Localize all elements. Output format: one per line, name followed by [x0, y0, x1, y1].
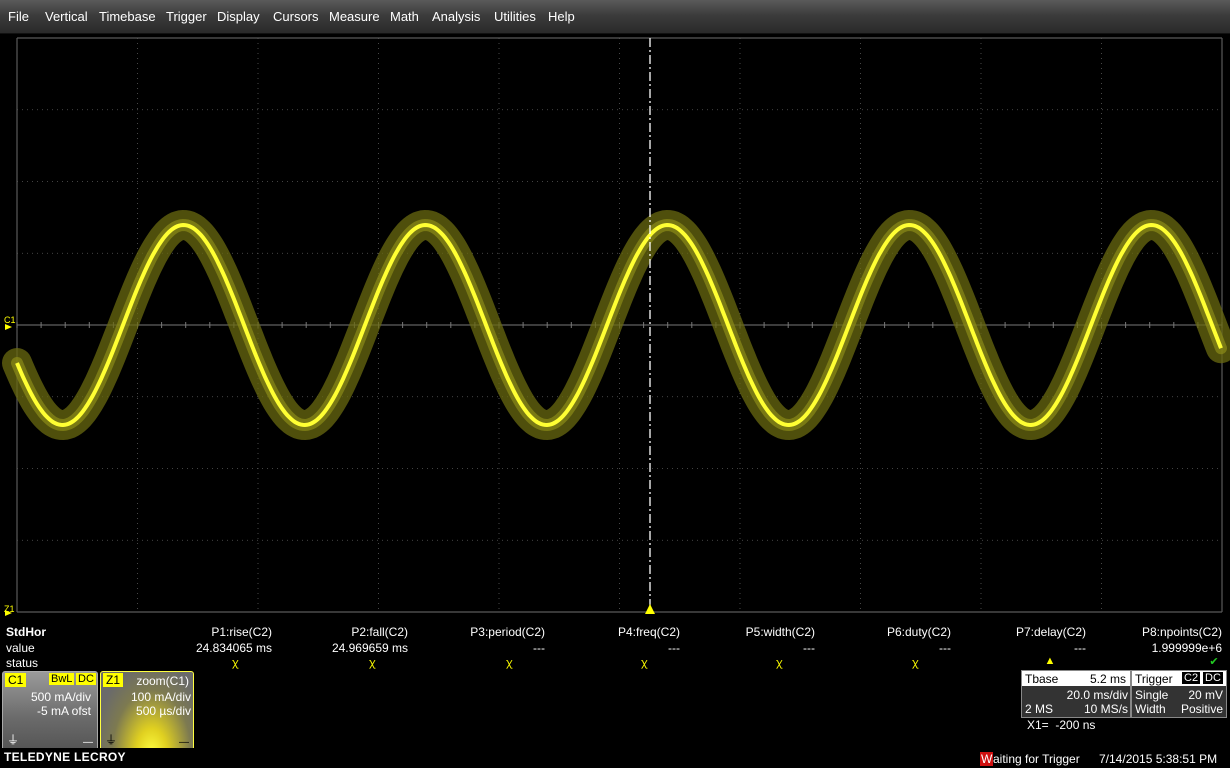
z1-descriptor[interactable]: Z1 zoom(C1) 100 mA/div 500 µs/div ⏚ —: [100, 671, 194, 751]
measure-param-name[interactable]: P7:delay(C2): [946, 625, 1086, 639]
measure-param-value: ---: [533, 641, 545, 655]
measure-param-value: 24.834065 ms: [195, 641, 272, 655]
invalid-status-icon: ꭓ: [368, 657, 376, 669]
invalid-status-icon: ꭓ: [505, 657, 513, 669]
acquisition-status-highlight: W: [980, 752, 994, 766]
menu-vertical[interactable]: Vertical: [45, 9, 88, 24]
trigger-label: Trigger: [1135, 672, 1173, 686]
trigger-descriptor[interactable]: Trigger C2 DC Single 20 mV Width Positiv…: [1131, 670, 1227, 718]
measure-param-name[interactable]: P1:rise(C2): [132, 625, 272, 639]
timebase-tdiv: 20.0 ms/div: [1066, 688, 1128, 702]
measure-param-name[interactable]: P6:duty(C2): [811, 625, 951, 639]
check-icon: ✔: [1209, 656, 1219, 668]
measurement-table: StdHor value status P1:rise(C2) 24.834065…: [0, 619, 1230, 670]
cursor-readout: X1= -200 ns: [1027, 718, 1096, 732]
c1-tag: C1: [5, 673, 27, 687]
c1-vdiv: 500 mA/div: [30, 690, 91, 704]
acquisition-status: aiting for Trigger: [993, 752, 1080, 766]
waveform-display[interactable]: C1 Z1: [0, 34, 1230, 618]
invalid-status-icon: ꭓ: [911, 657, 919, 669]
measure-param-value: 24.969659 ms: [331, 641, 408, 655]
trigger-source: C2: [1182, 672, 1201, 684]
dash-icon: —: [179, 737, 189, 748]
menu-analysis[interactable]: Analysis: [432, 9, 480, 24]
status-bar: TELEDYNE LECROY W aiting for Trigger 7/1…: [0, 748, 1230, 768]
dash-icon: —: [83, 737, 93, 748]
menu-bar: File Vertical Timebase Trigger Display C…: [0, 0, 1230, 34]
date-time: 7/14/2015 5:38:51 PM: [1099, 752, 1218, 766]
c1-marker-label: C1: [4, 315, 16, 325]
c1-descriptor[interactable]: C1 BwL DC 500 mA/div -5 mA ofst ⏚ —: [2, 671, 98, 751]
measure-param-value: ---: [1074, 641, 1086, 655]
trigger-mode: Single: [1135, 688, 1169, 702]
timebase-samples: 2 MS: [1025, 702, 1054, 716]
measure-title: StdHor: [6, 625, 46, 639]
trigger-coupling: DC: [1203, 672, 1223, 684]
z1-tdiv: 500 µs/div: [136, 704, 191, 718]
z1-marker-label: Z1: [4, 604, 15, 614]
menu-timebase[interactable]: Timebase: [99, 9, 156, 24]
z1-tag: Z1: [103, 673, 124, 687]
measure-value-label: value: [6, 641, 35, 655]
menu-trigger[interactable]: Trigger: [166, 9, 207, 24]
menu-cursors[interactable]: Cursors: [273, 9, 319, 24]
measure-param-name[interactable]: P4:freq(C2): [540, 625, 680, 639]
measure-param-name[interactable]: P2:fall(C2): [268, 625, 408, 639]
measure-param-name[interactable]: P8:npoints(C2): [1082, 625, 1222, 639]
invalid-status-icon: ꭓ: [775, 657, 783, 669]
timebase-delay: 5.2 ms: [1089, 672, 1126, 686]
c1-dc-badge: DC: [76, 673, 96, 685]
z1-source: zoom(C1): [136, 674, 189, 688]
ground-icon: ⏚: [7, 733, 20, 747]
measure-param-value: ---: [939, 641, 951, 655]
trigger-slope: Positive: [1180, 702, 1223, 716]
invalid-status-icon: ꭓ: [231, 657, 239, 669]
menu-display[interactable]: Display: [217, 9, 260, 24]
timebase-label: Tbase: [1025, 672, 1059, 686]
warning-icon: ▲: [1044, 655, 1056, 667]
menu-math[interactable]: Math: [390, 9, 419, 24]
timebase-descriptor[interactable]: Tbase 5.2 ms 20.0 ms/div 2 MS 10 MS/s: [1021, 670, 1131, 718]
invalid-status-icon: ꭓ: [640, 657, 648, 669]
brand-logo: TELEDYNE LECROY: [4, 750, 126, 764]
measure-param-value: 1.999999e+6: [1151, 641, 1222, 655]
measure-status-label: status: [6, 656, 39, 670]
trigger-level: 20 mV: [1188, 688, 1223, 702]
timebase-rate: 10 MS/s: [1083, 702, 1128, 716]
measure-param-value: ---: [668, 641, 680, 655]
trigger-type: Width: [1135, 702, 1166, 716]
menu-measure[interactable]: Measure: [329, 9, 380, 24]
menu-file[interactable]: File: [8, 9, 29, 24]
menu-utilities[interactable]: Utilities: [494, 9, 536, 24]
measure-param-name[interactable]: P5:width(C2): [675, 625, 815, 639]
menu-help[interactable]: Help: [548, 9, 575, 24]
z1-vdiv: 100 mA/div: [130, 690, 191, 704]
c1-bwl-badge: BwL: [49, 673, 75, 685]
ground-icon: ⏚: [105, 733, 118, 747]
measure-param-value: ---: [803, 641, 815, 655]
measure-param-name[interactable]: P3:period(C2): [405, 625, 545, 639]
c1-offset: -5 mA ofst: [36, 704, 91, 718]
trigger-position-marker[interactable]: [645, 604, 655, 614]
